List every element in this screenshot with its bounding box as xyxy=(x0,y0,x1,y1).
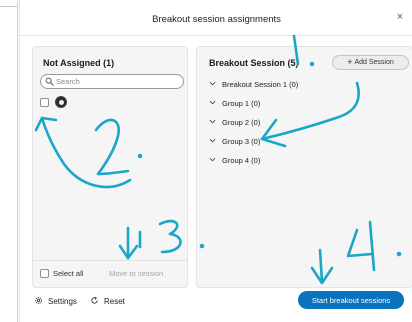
chevron-down-icon xyxy=(209,81,216,86)
unassigned-user-row[interactable] xyxy=(40,96,80,109)
background-window-line xyxy=(0,6,18,7)
start-breakout-sessions-button[interactable]: Start breakout sessions xyxy=(298,291,404,309)
user-checkbox[interactable] xyxy=(40,98,49,107)
session-item-label: Breakout Session 1 (0) xyxy=(222,80,299,89)
session-item-label: Group 3 (0) xyxy=(222,137,261,146)
session-item-label: Group 1 (0) xyxy=(222,99,261,108)
select-all-label: Select all xyxy=(53,269,84,278)
settings-button[interactable]: Settings xyxy=(34,296,77,306)
gear-icon xyxy=(35,297,42,304)
chevron-down-icon xyxy=(209,100,216,105)
background-window-edge xyxy=(0,0,18,322)
reset-button[interactable]: Reset xyxy=(90,296,125,306)
select-all-checkbox[interactable] xyxy=(40,269,49,278)
chevron-down-icon xyxy=(209,138,216,143)
chevron-down-icon xyxy=(209,119,216,124)
left-footer-divider xyxy=(33,260,187,261)
reset-label: Reset xyxy=(104,297,125,306)
chevron-down-icon xyxy=(209,157,216,162)
not-assigned-panel: Not Assigned (1) Select all Move to sess… xyxy=(32,46,188,288)
close-icon[interactable]: × xyxy=(394,11,406,23)
search-icon xyxy=(45,77,54,86)
add-session-label: Add Session xyxy=(354,59,394,66)
breakout-session-heading: Breakout Session (5) xyxy=(209,58,299,68)
dialog-title: Breakout session assignments xyxy=(152,14,281,25)
not-assigned-heading: Not Assigned (1) xyxy=(43,58,115,68)
title-divider xyxy=(20,35,412,36)
session-item-label: Group 4 (0) xyxy=(222,156,261,165)
session-item-group-4[interactable]: Group 4 (0) xyxy=(209,156,260,168)
search-input[interactable] xyxy=(56,76,180,87)
avatar xyxy=(55,96,67,108)
reset-icon xyxy=(91,296,98,304)
session-item-breakout-session-1[interactable]: Breakout Session 1 (0) xyxy=(209,80,298,92)
move-to-session-button[interactable]: Move to session xyxy=(109,269,163,278)
add-session-button[interactable]: + Add Session xyxy=(332,55,409,70)
plus-icon: + xyxy=(347,57,353,67)
session-item-label: Group 2 (0) xyxy=(222,118,261,127)
session-item-group-2[interactable]: Group 2 (0) xyxy=(209,118,260,130)
breakout-session-panel: Breakout Session (5) + Add Session Breako… xyxy=(196,46,412,288)
session-item-group-3[interactable]: Group 3 (0) xyxy=(209,137,260,149)
settings-label: Settings xyxy=(48,297,77,306)
breakout-assignments-dialog: Breakout session assignments × Not Assig… xyxy=(19,0,412,322)
session-item-group-1[interactable]: Group 1 (0) xyxy=(209,99,260,111)
search-box[interactable] xyxy=(40,74,184,89)
